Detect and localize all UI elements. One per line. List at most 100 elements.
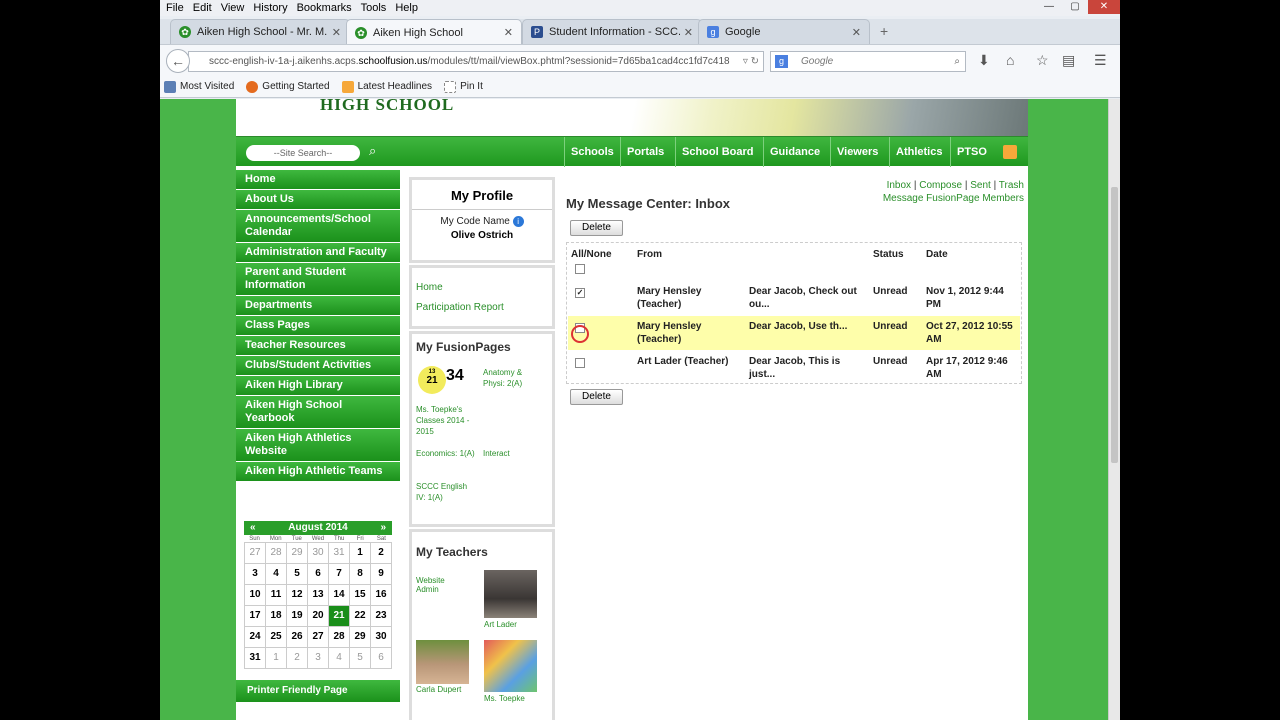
calendar-day[interactable]: 5 [350, 648, 370, 668]
home-icon[interactable]: ⌂ [1006, 52, 1014, 68]
close-tab-icon[interactable]: ✕ [504, 26, 513, 39]
select-all-checkbox[interactable] [575, 264, 585, 274]
calendar-day[interactable]: 18 [266, 606, 286, 626]
menu-bookmarks[interactable]: Bookmarks [297, 2, 352, 14]
calendar-day[interactable]: 9 [371, 564, 391, 584]
leftnav-departments[interactable]: Departments [236, 296, 400, 316]
calendar-day[interactable]: 14 [329, 585, 349, 605]
calendar-day[interactable]: 28 [329, 627, 349, 647]
leftnav-clubs[interactable]: Clubs/Student Activities [236, 356, 400, 376]
teacher-carla-dupert[interactable]: Carla Dupert [416, 685, 461, 694]
calendar-day[interactable]: 4 [329, 648, 349, 668]
leftnav-about-us[interactable]: About Us [236, 190, 400, 210]
reload-icon[interactable]: ▿ ↻ [743, 52, 759, 71]
delete-button-top[interactable]: Delete [570, 220, 623, 236]
calendar-day[interactable]: 29 [287, 543, 307, 563]
teacher-photo[interactable] [484, 570, 537, 618]
leftnav-administration[interactable]: Administration and Faculty [236, 243, 400, 263]
close-tab-icon[interactable]: ✕ [852, 26, 861, 39]
calendar-day[interactable]: 3 [245, 564, 265, 584]
calendar-day[interactable]: 13 [308, 585, 328, 605]
scrollbar[interactable] [1108, 99, 1120, 720]
calendar-next[interactable]: » [380, 522, 386, 534]
menu-edit[interactable]: Edit [193, 2, 212, 14]
calendar-day[interactable]: 10 [245, 585, 265, 605]
minimize-icon[interactable]: — [1036, 0, 1062, 14]
leftnav-teacher-resources[interactable]: Teacher Resources [236, 336, 400, 356]
calendar-day[interactable]: 15 [350, 585, 370, 605]
link-message-members[interactable]: Message FusionPage Members [883, 193, 1024, 204]
row-subject[interactable]: Dear Jacob, This is just... [749, 355, 869, 381]
bookmark-star-icon[interactable]: ☆ [1036, 52, 1049, 69]
close-tab-icon[interactable]: ✕ [684, 26, 693, 39]
calendar-day[interactable]: 4 [266, 564, 286, 584]
teacher-photo[interactable] [416, 640, 469, 684]
fusionpage-interact[interactable]: Interact [483, 448, 543, 459]
leftnav-library[interactable]: Aiken High Library [236, 376, 400, 396]
bookmark-pin-it[interactable]: Pin It [444, 80, 483, 93]
calendar-day[interactable]: 21 [329, 606, 349, 626]
nav-schools[interactable]: Schools [564, 137, 620, 167]
menu-icon[interactable]: ☰ [1094, 52, 1107, 69]
link-sent[interactable]: Sent [970, 180, 991, 191]
calendar-day[interactable]: 31 [329, 543, 349, 563]
nav-ptso[interactable]: PTSO [950, 137, 993, 167]
link-inbox[interactable]: Inbox [887, 180, 911, 191]
calendar-day[interactable]: 2 [287, 648, 307, 668]
calendar-day[interactable]: 22 [350, 606, 370, 626]
calendar-day[interactable]: 1 [350, 543, 370, 563]
fusionpage-anatomy[interactable]: Anatomy & Physi: 2(A) [483, 367, 543, 389]
calendar-day[interactable]: 26 [287, 627, 307, 647]
info-icon[interactable]: i [512, 216, 524, 227]
close-window-icon[interactable]: ✕ [1088, 0, 1120, 14]
tab-student-info[interactable]: P Student Information - SCC... ✕ [522, 19, 702, 44]
leftnav-announcements[interactable]: Announcements/School Calendar [236, 210, 400, 243]
link-compose[interactable]: Compose [919, 180, 962, 191]
calendar-day[interactable]: 28 [266, 543, 286, 563]
search-box[interactable]: g Google ⌕ [770, 51, 966, 72]
table-row[interactable]: Mary Hensley (Teacher) Dear Jacob, Use t… [568, 316, 1020, 350]
download-icon[interactable]: ⬇ [978, 52, 990, 69]
calendar-day[interactable]: 30 [308, 543, 328, 563]
nav-school-board[interactable]: School Board [675, 137, 760, 167]
close-tab-icon[interactable]: ✕ [332, 26, 341, 39]
nav-athletics[interactable]: Athletics [889, 137, 948, 167]
site-search-input[interactable]: --Site Search-- [246, 145, 360, 161]
leftnav-class-pages[interactable]: Class Pages [236, 316, 400, 336]
calendar-day[interactable]: 31 [245, 648, 265, 668]
menu-help[interactable]: Help [395, 2, 418, 14]
calendar-day[interactable]: 12 [287, 585, 307, 605]
table-row[interactable]: ✓ Mary Hensley (Teacher) Dear Jacob, Che… [568, 281, 1020, 315]
teacher-photo[interactable] [484, 640, 537, 692]
nav-viewers[interactable]: Viewers [830, 137, 884, 167]
back-button[interactable]: ← [166, 49, 190, 73]
row-subject[interactable]: Dear Jacob, Check out ou... [749, 285, 869, 311]
bookmark-getting-started[interactable]: Getting Started [246, 80, 330, 93]
calendar-day[interactable]: 23 [371, 606, 391, 626]
calendar-day[interactable]: 1 [266, 648, 286, 668]
calendar-day[interactable]: 3 [308, 648, 328, 668]
address-bar[interactable]: sccc-english-iv-1a-j.aikenhs.acps.school… [188, 51, 764, 72]
menu-view[interactable]: View [221, 2, 245, 14]
bookmark-latest-headlines[interactable]: Latest Headlines [341, 80, 432, 93]
calendar-day[interactable]: 25 [266, 627, 286, 647]
leftnav-athletic-teams[interactable]: Aiken High Athletic Teams [236, 462, 400, 482]
teacher-ms-toepke[interactable]: Ms. Toepke [484, 694, 525, 703]
leftnav-parent-student-info[interactable]: Parent and Student Information [236, 263, 400, 296]
calendar-day[interactable]: 6 [371, 648, 391, 668]
search-icon[interactable]: ⌕ [369, 143, 376, 159]
search-icon[interactable]: ⌕ [954, 52, 960, 71]
calendar-day[interactable]: 5 [287, 564, 307, 584]
calendar-day[interactable]: 19 [287, 606, 307, 626]
leftnav-athletics-website[interactable]: Aiken High Athletics Website [236, 429, 400, 462]
row-checkbox[interactable] [575, 358, 585, 368]
calendar-day[interactable]: 8 [350, 564, 370, 584]
nav-portals[interactable]: Portals [620, 137, 670, 167]
calendar-day[interactable]: 29 [350, 627, 370, 647]
rss-feed-icon[interactable] [1003, 145, 1017, 159]
google-engine-icon[interactable]: g [775, 55, 788, 68]
fusionpage-english[interactable]: SCCC English IV: 1(A) [416, 481, 478, 503]
calendar-day[interactable]: 30 [371, 627, 391, 647]
calendar-day[interactable]: 16 [371, 585, 391, 605]
menu-tools[interactable]: Tools [361, 2, 387, 14]
